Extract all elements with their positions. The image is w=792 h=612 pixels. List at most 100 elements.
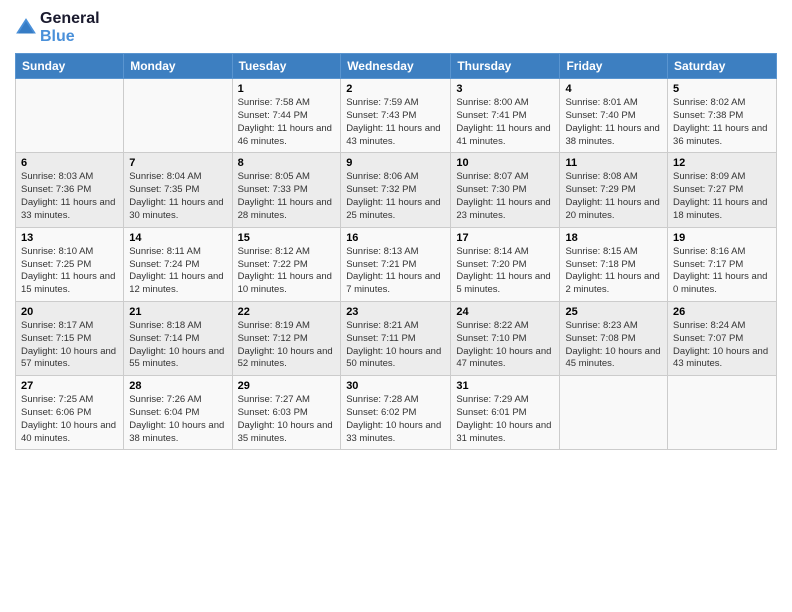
logo-icon — [15, 17, 37, 39]
day-info: Sunrise: 8:06 AM Sunset: 7:32 PM Dayligh… — [346, 171, 445, 222]
day-number: 7 — [129, 157, 226, 169]
day-info: Sunrise: 8:21 AM Sunset: 7:11 PM Dayligh… — [346, 320, 445, 371]
calendar-week-2: 13 Sunrise: 8:10 AM Sunset: 7:25 PM Dayli… — [16, 227, 777, 301]
calendar-cell — [668, 376, 777, 450]
calendar-cell: 5 Sunrise: 8:02 AM Sunset: 7:38 PM Daylig… — [668, 79, 777, 153]
day-number: 9 — [346, 157, 445, 169]
calendar-cell — [124, 79, 232, 153]
calendar-cell: 9 Sunrise: 8:06 AM Sunset: 7:32 PM Daylig… — [341, 153, 451, 227]
day-number: 25 — [565, 306, 662, 318]
day-info: Sunrise: 8:15 AM Sunset: 7:18 PM Dayligh… — [565, 246, 662, 297]
calendar-cell — [560, 376, 668, 450]
day-header-sunday: Sunday — [16, 54, 124, 79]
calendar-week-4: 27 Sunrise: 7:25 AM Sunset: 6:06 PM Dayli… — [16, 376, 777, 450]
day-info: Sunrise: 8:14 AM Sunset: 7:20 PM Dayligh… — [456, 246, 554, 297]
day-number: 1 — [238, 83, 336, 95]
day-number: 21 — [129, 306, 226, 318]
calendar-cell: 27 Sunrise: 7:25 AM Sunset: 6:06 PM Dayli… — [16, 376, 124, 450]
day-info: Sunrise: 8:10 AM Sunset: 7:25 PM Dayligh… — [21, 246, 118, 297]
day-info: Sunrise: 7:58 AM Sunset: 7:44 PM Dayligh… — [238, 97, 336, 148]
page: General Blue SundayMondayTuesdayWednesda… — [0, 0, 792, 612]
day-number: 19 — [673, 232, 771, 244]
header: General Blue — [15, 10, 777, 45]
day-info: Sunrise: 7:28 AM Sunset: 6:02 PM Dayligh… — [346, 394, 445, 445]
day-info: Sunrise: 8:12 AM Sunset: 7:22 PM Dayligh… — [238, 246, 336, 297]
calendar-cell: 19Sunrise: 8:16 AM Sunset: 7:17 PM Dayli… — [668, 227, 777, 301]
calendar-cell: 14 Sunrise: 8:11 AM Sunset: 7:24 PM Dayli… — [124, 227, 232, 301]
day-info: Sunrise: 8:03 AM Sunset: 7:36 PM Dayligh… — [21, 171, 118, 222]
calendar-cell — [16, 79, 124, 153]
day-header-friday: Friday — [560, 54, 668, 79]
day-info: Sunrise: 8:02 AM Sunset: 7:38 PM Dayligh… — [673, 97, 771, 148]
calendar-cell: 13 Sunrise: 8:10 AM Sunset: 7:25 PM Dayli… — [16, 227, 124, 301]
calendar-cell: 25 Sunrise: 8:23 AM Sunset: 7:08 PM Dayli… — [560, 301, 668, 375]
day-info: Sunrise: 8:23 AM Sunset: 7:08 PM Dayligh… — [565, 320, 662, 371]
day-number: 11 — [565, 157, 662, 169]
calendar-header-row: SundayMondayTuesdayWednesdayThursdayFrid… — [16, 54, 777, 79]
calendar-cell: 24 Sunrise: 8:22 AM Sunset: 7:10 PM Dayli… — [451, 301, 560, 375]
day-info: Sunrise: 8:07 AM Sunset: 7:30 PM Dayligh… — [456, 171, 554, 222]
day-number: 18 — [565, 232, 662, 244]
calendar-cell: 16Sunrise: 8:13 AM Sunset: 7:21 PM Dayli… — [341, 227, 451, 301]
day-info: Sunrise: 8:19 AM Sunset: 7:12 PM Dayligh… — [238, 320, 336, 371]
calendar-cell: 30 Sunrise: 7:28 AM Sunset: 6:02 PM Dayli… — [341, 376, 451, 450]
day-info: Sunrise: 8:17 AM Sunset: 7:15 PM Dayligh… — [21, 320, 118, 371]
day-number: 3 — [456, 83, 554, 95]
calendar-cell: 10 Sunrise: 8:07 AM Sunset: 7:30 PM Dayli… — [451, 153, 560, 227]
calendar-cell: 29Sunrise: 7:27 AM Sunset: 6:03 PM Dayli… — [232, 376, 341, 450]
logo: General Blue — [15, 10, 100, 45]
day-number: 14 — [129, 232, 226, 244]
day-number: 20 — [21, 306, 118, 318]
calendar-cell: 3 Sunrise: 8:00 AM Sunset: 7:41 PM Daylig… — [451, 79, 560, 153]
calendar-cell: 21Sunrise: 8:18 AM Sunset: 7:14 PM Dayli… — [124, 301, 232, 375]
day-header-thursday: Thursday — [451, 54, 560, 79]
day-header-tuesday: Tuesday — [232, 54, 341, 79]
day-number: 2 — [346, 83, 445, 95]
day-header-saturday: Saturday — [668, 54, 777, 79]
day-info: Sunrise: 8:01 AM Sunset: 7:40 PM Dayligh… — [565, 97, 662, 148]
calendar-cell: 15 Sunrise: 8:12 AM Sunset: 7:22 PM Dayli… — [232, 227, 341, 301]
day-number: 31 — [456, 380, 554, 392]
calendar-table: SundayMondayTuesdayWednesdayThursdayFrid… — [15, 53, 777, 450]
day-info: Sunrise: 7:25 AM Sunset: 6:06 PM Dayligh… — [21, 394, 118, 445]
calendar-cell: 28Sunrise: 7:26 AM Sunset: 6:04 PM Dayli… — [124, 376, 232, 450]
day-info: Sunrise: 8:09 AM Sunset: 7:27 PM Dayligh… — [673, 171, 771, 222]
calendar-cell: 23Sunrise: 8:21 AM Sunset: 7:11 PM Dayli… — [341, 301, 451, 375]
calendar-cell: 12Sunrise: 8:09 AM Sunset: 7:27 PM Dayli… — [668, 153, 777, 227]
day-info: Sunrise: 8:05 AM Sunset: 7:33 PM Dayligh… — [238, 171, 336, 222]
day-number: 13 — [21, 232, 118, 244]
calendar-cell: 4 Sunrise: 8:01 AM Sunset: 7:40 PM Daylig… — [560, 79, 668, 153]
day-info: Sunrise: 8:00 AM Sunset: 7:41 PM Dayligh… — [456, 97, 554, 148]
calendar-cell: 6 Sunrise: 8:03 AM Sunset: 7:36 PM Daylig… — [16, 153, 124, 227]
calendar-cell: 26 Sunrise: 8:24 AM Sunset: 7:07 PM Dayli… — [668, 301, 777, 375]
day-number: 27 — [21, 380, 118, 392]
day-number: 22 — [238, 306, 336, 318]
day-number: 26 — [673, 306, 771, 318]
calendar-cell: 20 Sunrise: 8:17 AM Sunset: 7:15 PM Dayli… — [16, 301, 124, 375]
day-info: Sunrise: 7:26 AM Sunset: 6:04 PM Dayligh… — [129, 394, 226, 445]
calendar-cell: 7Sunrise: 8:04 AM Sunset: 7:35 PM Daylig… — [124, 153, 232, 227]
day-number: 4 — [565, 83, 662, 95]
day-number: 5 — [673, 83, 771, 95]
day-number: 30 — [346, 380, 445, 392]
calendar-cell: 8Sunrise: 8:05 AM Sunset: 7:33 PM Daylig… — [232, 153, 341, 227]
day-info: Sunrise: 8:24 AM Sunset: 7:07 PM Dayligh… — [673, 320, 771, 371]
day-number: 6 — [21, 157, 118, 169]
day-number: 10 — [456, 157, 554, 169]
logo-blue: Blue — [40, 28, 100, 46]
day-info: Sunrise: 7:59 AM Sunset: 7:43 PM Dayligh… — [346, 97, 445, 148]
day-info: Sunrise: 7:29 AM Sunset: 6:01 PM Dayligh… — [456, 394, 554, 445]
calendar-cell: 22 Sunrise: 8:19 AM Sunset: 7:12 PM Dayli… — [232, 301, 341, 375]
calendar-cell: 18 Sunrise: 8:15 AM Sunset: 7:18 PM Dayli… — [560, 227, 668, 301]
day-info: Sunrise: 8:08 AM Sunset: 7:29 PM Dayligh… — [565, 171, 662, 222]
day-number: 29 — [238, 380, 336, 392]
calendar-week-3: 20 Sunrise: 8:17 AM Sunset: 7:15 PM Dayli… — [16, 301, 777, 375]
day-number: 15 — [238, 232, 336, 244]
day-info: Sunrise: 8:11 AM Sunset: 7:24 PM Dayligh… — [129, 246, 226, 297]
day-info: Sunrise: 8:22 AM Sunset: 7:10 PM Dayligh… — [456, 320, 554, 371]
day-number: 24 — [456, 306, 554, 318]
calendar-week-1: 6 Sunrise: 8:03 AM Sunset: 7:36 PM Daylig… — [16, 153, 777, 227]
calendar-cell: 17Sunrise: 8:14 AM Sunset: 7:20 PM Dayli… — [451, 227, 560, 301]
calendar-week-0: 1 Sunrise: 7:58 AM Sunset: 7:44 PM Daylig… — [16, 79, 777, 153]
calendar-cell: 2 Sunrise: 7:59 AM Sunset: 7:43 PM Daylig… — [341, 79, 451, 153]
